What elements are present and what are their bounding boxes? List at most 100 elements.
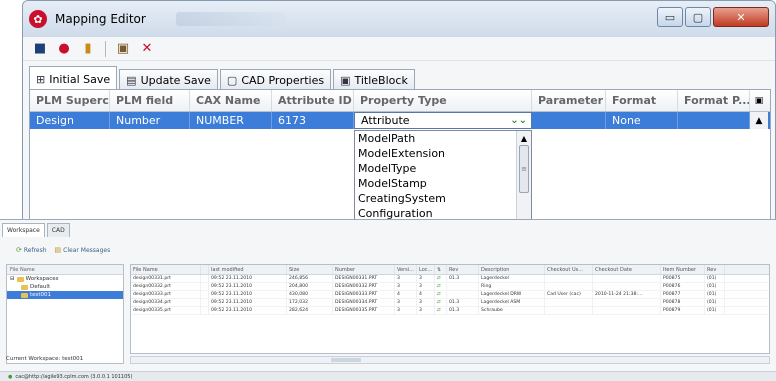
scroll-up-icon[interactable]: ▲ bbox=[517, 131, 531, 145]
tab-titleblock[interactable]: ▣ TitleBlock bbox=[333, 69, 415, 91]
col-rev[interactable]: Rev bbox=[447, 265, 479, 274]
col-last-modified[interactable]: last modified bbox=[209, 265, 287, 274]
col-checkout-user[interactable]: Checkout Us... bbox=[545, 265, 593, 274]
minimize-button[interactable]: ▭ bbox=[657, 7, 683, 27]
refresh-button[interactable]: ⟳ Refresh bbox=[16, 246, 47, 254]
table-cell: Lagerdeckel bbox=[479, 275, 545, 282]
col-description[interactable]: Description bbox=[479, 265, 545, 274]
column-header-format-p[interactable]: Format P... bbox=[678, 90, 750, 111]
col-version[interactable]: Versi... bbox=[395, 265, 417, 274]
property-type-combobox[interactable]: Attribute ⌄⌄ bbox=[354, 112, 532, 129]
property-type-dropdown-list: ModelPath ModelExtension ModelType Model… bbox=[354, 130, 532, 229]
dropdown-option[interactable]: CreatingSystem bbox=[355, 191, 531, 206]
col-number[interactable]: Number bbox=[333, 265, 395, 274]
table-cell: Schraube bbox=[479, 307, 545, 314]
table-cell: 4 bbox=[395, 291, 417, 298]
cell-attribute-id[interactable]: 6173 bbox=[272, 112, 354, 129]
tab-update-save[interactable]: ▤ Update Save bbox=[119, 69, 218, 91]
tree-node-test001[interactable]: test001 bbox=[7, 291, 123, 299]
maximize-button[interactable]: ▢ bbox=[685, 7, 711, 27]
table-row[interactable]: design00334.prt 09:52 23.11.2010 172,032 DE… bbox=[131, 299, 769, 307]
horizontal-scrollbar[interactable] bbox=[130, 356, 770, 364]
column-header-plm-field[interactable]: PLM field bbox=[110, 90, 190, 111]
table-row[interactable]: design00335.prt 09:52 23.11.2010 282,624 DE… bbox=[131, 307, 769, 315]
table-row[interactable]: design00332.prt 09:52 23.11.2010 204,800 DE… bbox=[131, 283, 769, 291]
column-header-format[interactable]: Format bbox=[606, 90, 678, 111]
titleblock-icon: ▣ bbox=[340, 74, 351, 87]
table-cell bbox=[593, 283, 661, 290]
clear-messages-button[interactable]: ▤ Clear Messages bbox=[55, 246, 111, 254]
column-header-parameter[interactable]: Parameter bbox=[532, 90, 606, 111]
table-cell bbox=[201, 275, 209, 282]
table-row[interactable]: design00331.prt 09:52 23.11.2010 246,856 DE… bbox=[131, 275, 769, 283]
dropdown-option[interactable]: ModelExtension bbox=[355, 146, 531, 161]
tab-workspace[interactable]: Workspace bbox=[2, 223, 45, 237]
table-cell: DESIGN00335.PRT bbox=[333, 307, 395, 314]
table-cell bbox=[201, 291, 209, 298]
table-cell: 3 bbox=[417, 299, 435, 306]
tab-label: Initial Save bbox=[49, 72, 111, 86]
cell-parameter[interactable] bbox=[532, 112, 606, 129]
col-item-number[interactable]: Item Number bbox=[661, 265, 705, 274]
tree-header: File Name bbox=[7, 265, 123, 275]
status-text: cac@http://agile93.cplm.com (3.0.0.1 101… bbox=[15, 373, 133, 380]
chevron-down-icon[interactable]: ⌄⌄ bbox=[510, 115, 527, 126]
table-cell: P00875 bbox=[661, 275, 705, 282]
table-cell: 3 bbox=[395, 307, 417, 314]
collapse-icon[interactable]: ⊟ bbox=[10, 276, 15, 282]
folder-icon bbox=[21, 292, 28, 298]
tree-node-workspaces[interactable]: ⊟ Workspaces bbox=[7, 275, 123, 283]
table-cell: 09:52 23.11.2010 bbox=[209, 299, 287, 306]
clear-messages-label: Clear Messages bbox=[63, 246, 111, 254]
dropdown-scrollbar[interactable]: ▲ ≡ bbox=[516, 131, 531, 229]
close-button[interactable]: ✕ bbox=[713, 7, 769, 27]
table-cell: 3 bbox=[395, 283, 417, 290]
table-row[interactable]: design00333.prt 09:52 23.11.2010 430,080 DE… bbox=[131, 291, 769, 299]
save-icon[interactable]: ■ bbox=[31, 40, 49, 58]
refresh-icon: ⟳ bbox=[16, 246, 22, 254]
tab-cad-properties[interactable]: ▢ CAD Properties bbox=[219, 69, 332, 91]
table-row[interactable]: Design Number NUMBER 6173 Attribute ⌄⌄ N… bbox=[30, 112, 770, 129]
col-sync[interactable]: ⇅ bbox=[435, 265, 447, 274]
scroll-thumb[interactable]: ≡ bbox=[519, 145, 529, 193]
table-cell: Cad User (cac) bbox=[545, 291, 593, 298]
dropdown-option[interactable]: ModelStamp bbox=[355, 176, 531, 191]
tab-cad[interactable]: CAD bbox=[46, 223, 70, 237]
cell-plm-superclass[interactable]: Design bbox=[30, 112, 110, 129]
lock-icon[interactable]: ▮ bbox=[79, 40, 97, 58]
table-cell: 09:52 23.11.2010 bbox=[209, 275, 287, 282]
table-cell: 3 bbox=[417, 283, 435, 290]
column-header-cax-name[interactable]: CAX Name bbox=[190, 90, 272, 111]
col-item-rev[interactable]: Rev bbox=[705, 265, 725, 274]
delete-icon[interactable]: ✕ bbox=[138, 40, 156, 58]
table-cell bbox=[447, 283, 479, 290]
dropdown-option[interactable]: ModelPath bbox=[355, 131, 531, 146]
table-cell: DESIGN00332.PRT bbox=[333, 283, 395, 290]
cell-format-p[interactable] bbox=[678, 112, 750, 129]
grid-scroll-up-icon[interactable]: ▲ bbox=[750, 112, 768, 129]
column-header-property-type[interactable]: Property Type bbox=[354, 90, 532, 111]
mapping-editor-window: ✿ Mapping Editor ▭ ▢ ✕ ■ ● ▮ ▣ ✕ ⊞ Initi… bbox=[22, 0, 776, 230]
col-size[interactable]: Size bbox=[287, 265, 333, 274]
column-header-attribute-id[interactable]: Attribute ID bbox=[272, 90, 354, 111]
col-sort[interactable] bbox=[201, 265, 209, 274]
column-menu-icon[interactable]: ▣ bbox=[750, 90, 768, 111]
stop-icon[interactable]: ● bbox=[55, 40, 73, 58]
column-header-plm-superclass[interactable]: PLM Superc... bbox=[30, 90, 110, 111]
table-cell: DESIGN00333.PRT bbox=[333, 291, 395, 298]
col-checkout-date[interactable]: Checkout Date bbox=[593, 265, 661, 274]
scroll-thumb[interactable] bbox=[331, 358, 361, 362]
dropdown-option[interactable]: ModelType bbox=[355, 161, 531, 176]
table-cell bbox=[545, 299, 593, 306]
tab-initial-save[interactable]: ⊞ Initial Save bbox=[29, 66, 118, 91]
col-file-name[interactable]: File Name bbox=[131, 265, 201, 274]
col-location[interactable]: Loc... bbox=[417, 265, 435, 274]
cell-cax-name[interactable]: NUMBER bbox=[190, 112, 272, 129]
cell-format[interactable]: None bbox=[606, 112, 678, 129]
user-mapping-icon[interactable]: ▣ bbox=[114, 40, 132, 58]
cell-plm-field[interactable]: Number bbox=[110, 112, 190, 129]
current-workspace-label: Current Workspace: test001 bbox=[6, 356, 84, 362]
tree-node-default[interactable]: Default bbox=[7, 283, 123, 291]
title-bar[interactable]: ✿ Mapping Editor ▭ ▢ ✕ bbox=[23, 1, 775, 37]
file-table-header: File Name last modified Size Number Vers… bbox=[131, 265, 769, 275]
